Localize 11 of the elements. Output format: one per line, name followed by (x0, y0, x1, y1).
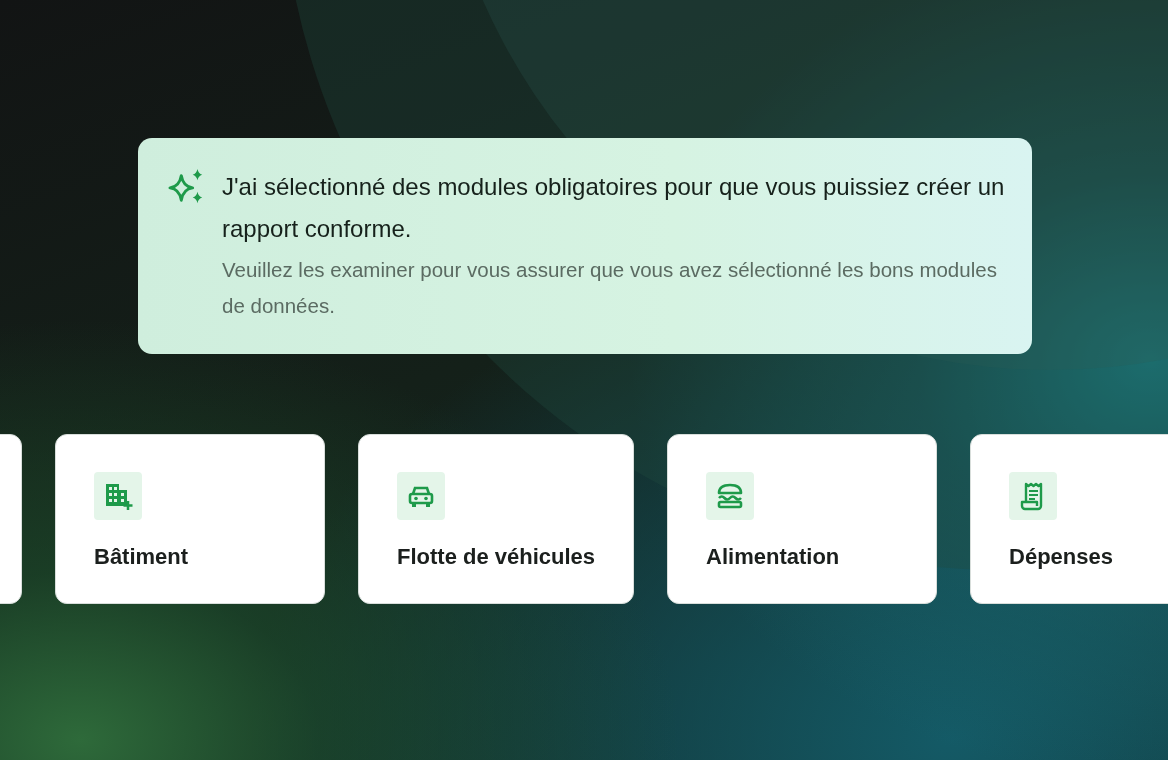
module-card[interactable]: Dépenses (970, 434, 1168, 604)
module-label: Bâtiment (94, 544, 190, 570)
banner-subtitle: Veuillez les examiner pour vous assurer que vous avez sélectionné les bons modules de données. (222, 257, 998, 319)
module-card[interactable]: Alimentation (667, 434, 938, 604)
building-icon (103, 481, 133, 511)
module-label: Alimentation (706, 544, 841, 570)
module-card[interactable]: Bâtiment (55, 434, 325, 604)
banner-title: J'ai sélectionné des modules obligatoires pour que vous puissiez créer un rapport conforme. (222, 172, 1006, 244)
module-card[interactable]: Flotte de véhicules (358, 434, 635, 604)
module-label: Dépenses (1009, 544, 1114, 570)
module-label: Flotte de véhicules (397, 544, 596, 570)
